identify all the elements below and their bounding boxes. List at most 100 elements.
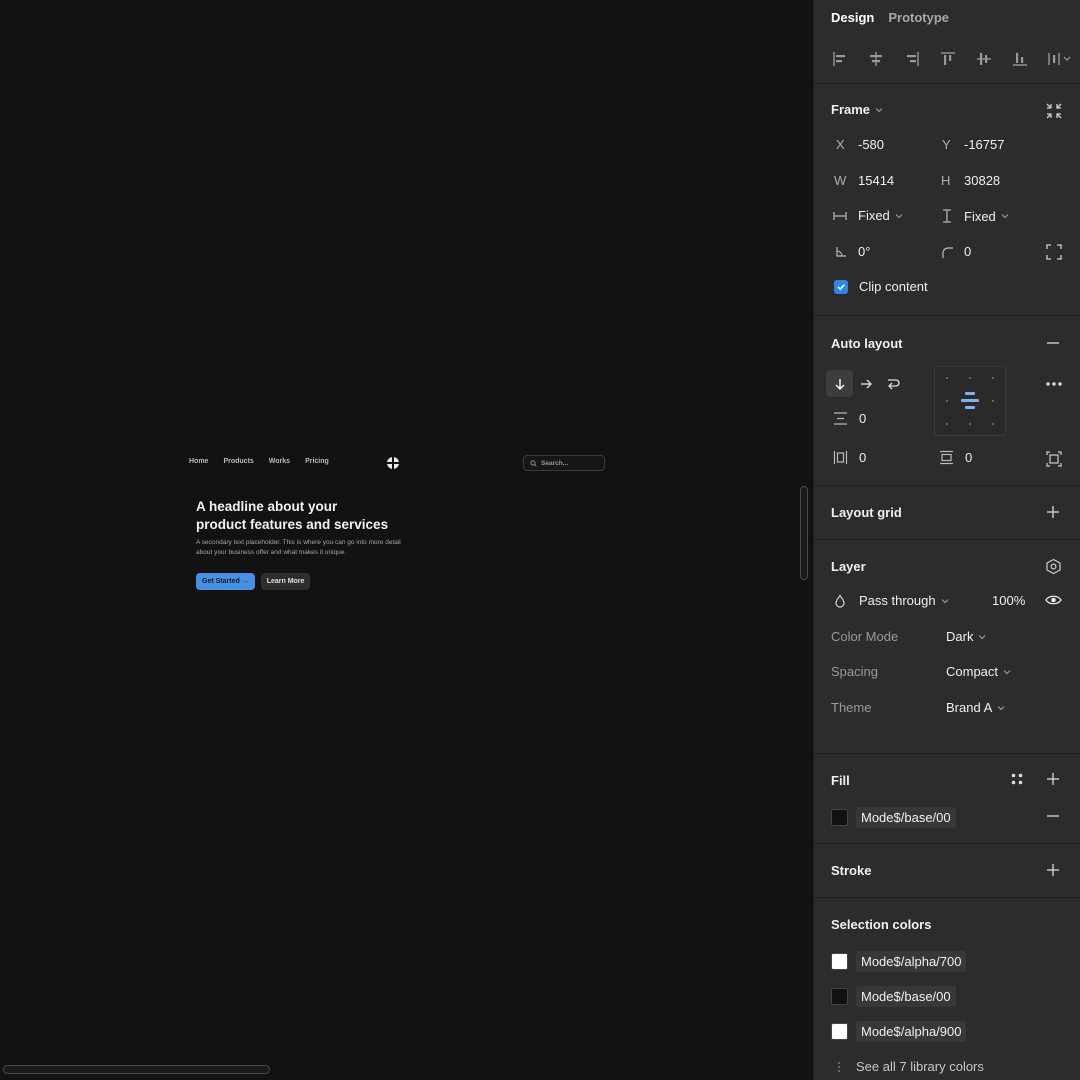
- add-layout-grid-icon[interactable]: [1045, 504, 1061, 520]
- h-value[interactable]: 30828: [964, 173, 1000, 188]
- layer-opacity-value[interactable]: 100%: [992, 593, 1025, 608]
- site-nav-pricing: Pricing: [305, 458, 329, 465]
- align-vertical-center-icon[interactable]: [975, 50, 993, 68]
- align-bottom-icon[interactable]: [1011, 50, 1029, 68]
- tab-prototype[interactable]: Prototype: [888, 10, 949, 25]
- selection-color-token[interactable]: Mode$/alpha/700: [856, 951, 967, 972]
- remove-fill-icon[interactable]: [1045, 808, 1061, 824]
- chevron-down-icon: [941, 598, 949, 603]
- alignment-toolbar: [814, 35, 1080, 84]
- wrap-icon[interactable]: [886, 377, 900, 391]
- spacing-row[interactable]: Spacing Compact: [831, 664, 1011, 679]
- layer-title: Layer: [831, 559, 866, 574]
- color-mode-label: Color Mode: [831, 629, 899, 644]
- horizontal-scrollbar[interactable]: [3, 1065, 270, 1074]
- x-value[interactable]: -580: [858, 137, 884, 152]
- theme-label: Theme: [831, 700, 872, 715]
- clip-content-checkbox[interactable]: [834, 279, 848, 294]
- clip-content-toggle[interactable]: Clip content: [834, 279, 928, 294]
- alignment-grid[interactable]: [934, 366, 1006, 436]
- fill-row[interactable]: Mode$/base/00: [831, 807, 956, 828]
- site-logo-icon: [386, 456, 400, 470]
- add-fill-icon[interactable]: [1045, 771, 1061, 787]
- w-field[interactable]: W 15414: [834, 173, 894, 188]
- selection-color-row[interactable]: Mode$/base/00: [831, 986, 956, 1007]
- color-mode-row[interactable]: Color Mode Dark: [831, 629, 986, 644]
- search-icon: [530, 459, 537, 467]
- theme-value: Brand A: [946, 700, 993, 715]
- arrow-right-icon[interactable]: [859, 377, 873, 391]
- frame-title-row[interactable]: Frame: [831, 102, 883, 117]
- blend-mode-select[interactable]: Pass through: [833, 593, 949, 608]
- headline-line-2: product features and services: [196, 516, 389, 532]
- horizontal-resizing-select[interactable]: Fixed: [832, 208, 903, 223]
- chevron-down-icon: [895, 213, 903, 218]
- rotation-value[interactable]: 0°: [858, 244, 870, 259]
- rotation-field[interactable]: 0°: [834, 244, 870, 259]
- horizontal-resize-icon: [833, 211, 847, 220]
- h-field[interactable]: H 30828: [941, 173, 1000, 188]
- independent-corners-icon[interactable]: [1046, 244, 1062, 260]
- selection-color-token[interactable]: Mode$/base/00: [856, 986, 956, 1007]
- check-icon: [837, 283, 845, 290]
- vertical-padding-value[interactable]: 0: [965, 450, 972, 465]
- horizontal-padding-icon: [833, 451, 848, 464]
- selection-color-swatch[interactable]: [831, 1023, 848, 1040]
- gap-value[interactable]: 0: [859, 411, 866, 426]
- style-library-icon[interactable]: [1010, 772, 1024, 786]
- selection-color-swatch[interactable]: [831, 953, 848, 970]
- align-top-icon[interactable]: [939, 50, 957, 68]
- selection-color-row[interactable]: Mode$/alpha/700: [831, 951, 967, 972]
- horizontal-padding-value[interactable]: 0: [859, 450, 866, 465]
- add-stroke-icon[interactable]: [1045, 862, 1061, 878]
- y-value[interactable]: -16757: [964, 137, 1004, 152]
- fill-title: Fill: [831, 773, 850, 788]
- selection-color-row[interactable]: Mode$/alpha/900: [831, 1021, 967, 1042]
- fill-swatch[interactable]: [831, 809, 848, 826]
- y-field[interactable]: Y -16757: [942, 137, 1004, 152]
- arrow-down-icon: [835, 378, 844, 390]
- w-value[interactable]: 15414: [858, 173, 894, 188]
- spacing-label: Spacing: [831, 664, 878, 679]
- clip-content-label: Clip content: [859, 279, 928, 294]
- theme-row[interactable]: Theme Brand A: [831, 700, 1005, 715]
- tab-design[interactable]: Design: [831, 10, 874, 25]
- y-label: Y: [942, 137, 951, 152]
- collapse-frame-icon[interactable]: [1045, 102, 1063, 120]
- align-right-icon[interactable]: [903, 50, 921, 68]
- direction-vertical-button[interactable]: [826, 370, 853, 397]
- more-options-icon[interactable]: [1045, 377, 1063, 391]
- site-nav: Home Products Works Pricing: [189, 458, 344, 465]
- vertical-padding-field[interactable]: 0: [939, 450, 972, 465]
- eye-icon[interactable]: [1045, 593, 1062, 607]
- canvas[interactable]: Home Products Works Pricing Search... A …: [0, 0, 813, 1080]
- drag-handle-icon: [838, 1061, 840, 1072]
- website-frame-preview[interactable]: Home Products Works Pricing Search... A …: [180, 450, 620, 610]
- selection-color-token[interactable]: Mode$/alpha/900: [856, 1021, 967, 1042]
- see-all-colors-link[interactable]: See all 7 library colors: [837, 1059, 984, 1074]
- align-horizontal-center-icon[interactable]: [867, 50, 885, 68]
- apply-variable-mode-icon[interactable]: [1045, 558, 1062, 575]
- gap-field[interactable]: 0: [833, 411, 866, 426]
- selection-color-swatch[interactable]: [831, 988, 848, 1005]
- x-field[interactable]: X -580: [836, 137, 884, 152]
- align-left-icon[interactable]: [831, 50, 849, 68]
- subtext-line-2: about your business offer and what makes…: [196, 549, 347, 556]
- horizontal-padding-field[interactable]: 0: [833, 450, 866, 465]
- subtext-line-1: A secondary text placeholder. This is wh…: [196, 539, 401, 546]
- stroke-title: Stroke: [831, 863, 872, 878]
- vertical-scrollbar[interactable]: [800, 486, 808, 580]
- distribute-menu-icon[interactable]: [1047, 50, 1073, 68]
- stroke-section: Stroke: [814, 844, 1080, 898]
- blend-mode-value: Pass through: [859, 593, 936, 608]
- horizontal-resizing-value: Fixed: [858, 208, 890, 223]
- vertical-resize-icon: [943, 209, 951, 223]
- vertical-resizing-select[interactable]: Fixed: [940, 208, 1009, 224]
- fill-section: Fill Mode$/base/00: [814, 754, 1080, 844]
- spacing-value: Compact: [946, 664, 999, 679]
- remove-auto-layout-icon[interactable]: [1045, 335, 1061, 351]
- corner-radius-field[interactable]: 0: [940, 244, 971, 259]
- corner-radius-value[interactable]: 0: [964, 244, 971, 259]
- fill-token[interactable]: Mode$/base/00: [856, 807, 956, 828]
- individual-padding-icon[interactable]: [1046, 451, 1062, 467]
